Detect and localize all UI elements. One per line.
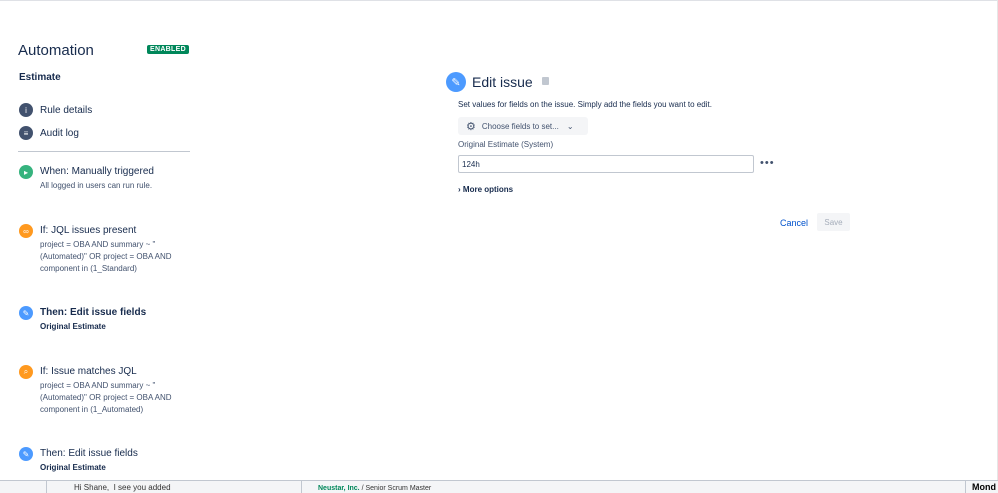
step-description: All logged in users can run rule. (40, 181, 153, 190)
app-title: Automation (18, 42, 94, 59)
status-badge: ENABLED (147, 45, 189, 54)
info-icon: i (19, 103, 33, 117)
divider (46, 481, 47, 493)
more-actions-icon[interactable]: ••• (760, 157, 775, 169)
trigger-icon: ▸ (19, 165, 33, 179)
step-description: Original Estimate (40, 463, 106, 472)
divider (301, 481, 302, 493)
sidebar-item-label: Audit log (40, 127, 79, 139)
pencil-icon: ✎ (446, 72, 466, 92)
step-title: If: JQL issues present (40, 225, 137, 236)
trash-icon[interactable] (542, 77, 549, 85)
cancel-button[interactable]: Cancel (776, 214, 812, 232)
rule-name: Estimate (19, 72, 61, 83)
choose-fields-label: Choose fields to set... (481, 121, 559, 131)
search-icon: ⌕ (19, 365, 33, 379)
day-label: Mond (972, 482, 996, 492)
job-title: / Senior Scrum Master (361, 485, 432, 492)
company-link[interactable]: Neustar, Inc. (318, 485, 360, 492)
choose-fields-button[interactable]: ⚙ Choose fields to set... ⌄ (458, 117, 588, 135)
sidebar-item-label: Rule details (40, 104, 93, 116)
divider (965, 481, 966, 493)
pencil-icon: ✎ (19, 306, 33, 320)
step-title: Then: Edit issue fields (40, 307, 147, 318)
step-title: Then: Edit issue fields (40, 448, 138, 459)
sidebar-item-rule-details[interactable]: i Rule details (19, 103, 92, 117)
pencil-icon: ✎ (19, 447, 33, 461)
step-title: When: Manually triggered (40, 166, 154, 177)
step-title: If: Issue matches JQL (40, 366, 137, 377)
step-description: project = OBA AND summary ~ "(Automated)… (40, 240, 172, 273)
background-window-strip: Hi Shane, I see you added Neustar, Inc. … (0, 480, 998, 493)
chevron-right-icon: › (458, 185, 461, 194)
gear-icon: ⚙ (466, 120, 476, 133)
sidebar-item-audit-log[interactable]: ≡ Audit log (19, 126, 79, 140)
chevron-down-icon: ⌄ (566, 121, 574, 131)
list-icon: ≡ (19, 126, 33, 140)
profile-line[interactable]: Neustar, Inc. / Senior Scrum Master (318, 485, 431, 492)
more-options-label: More options (462, 185, 514, 194)
field-label: Original Estimate (System) (458, 140, 554, 149)
step-description: project = OBA AND summary ~ "(Automated)… (40, 381, 172, 414)
sidebar-divider (18, 151, 190, 152)
more-options-toggle[interactable]: › More options (458, 185, 513, 194)
chat-snippet[interactable]: Hi Shane, I see you added (74, 483, 171, 492)
panel-description: Set values for fields on the issue. Simp… (458, 100, 712, 109)
top-border (0, 0, 998, 1)
panel-title: Edit issue (472, 74, 533, 90)
step-description: Original Estimate (40, 322, 106, 331)
save-button[interactable]: Save (817, 213, 850, 231)
original-estimate-input[interactable] (458, 155, 754, 173)
link-icon: ∞ (19, 224, 33, 238)
